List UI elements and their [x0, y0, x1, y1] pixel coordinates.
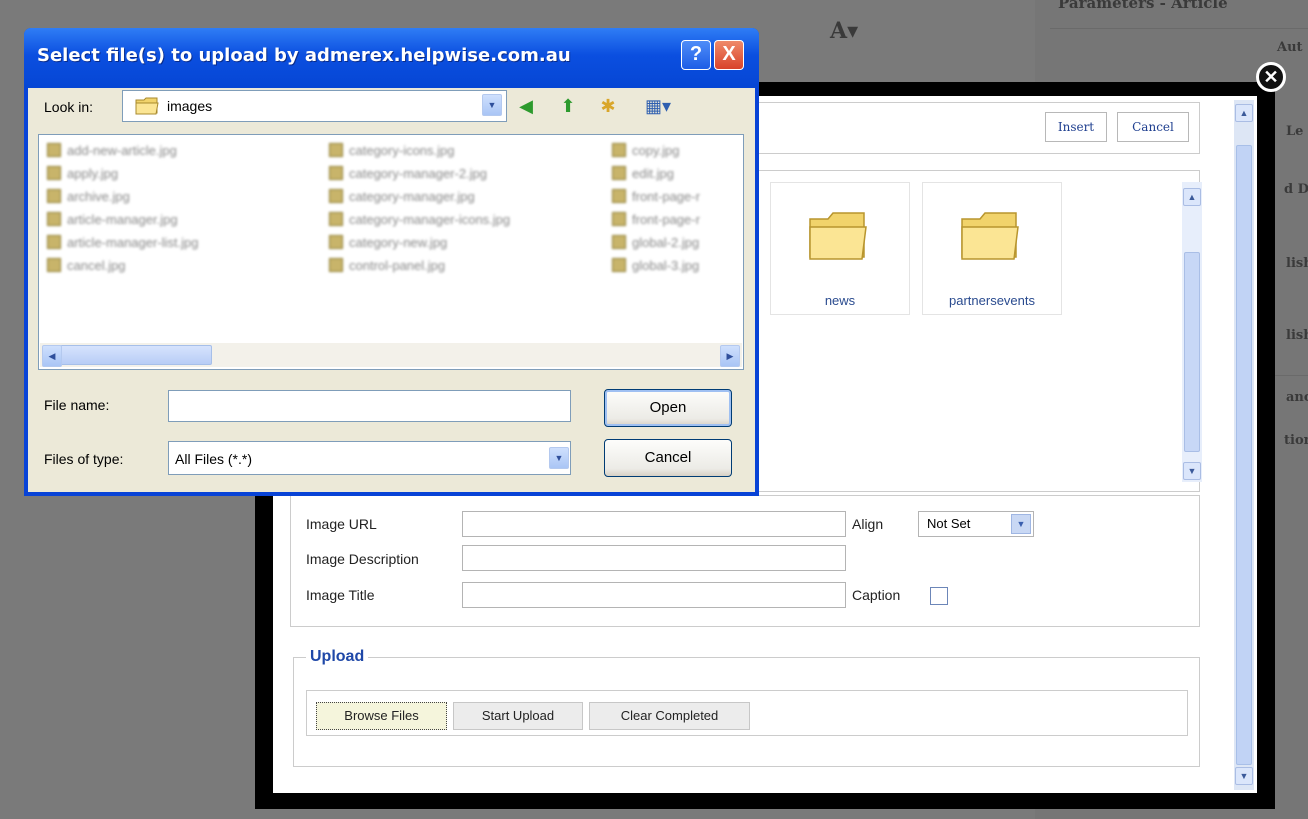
list-item[interactable]: archive.jpg: [47, 189, 130, 204]
list-item[interactable]: article-manager.jpg: [47, 212, 178, 227]
views-menu-icon[interactable]: ▦▾: [640, 94, 676, 118]
new-folder-icon[interactable]: ✱: [596, 94, 620, 118]
modal-scrollbar-thumb[interactable]: [1236, 145, 1252, 765]
file-browser-scrollbar-thumb[interactable]: [1184, 252, 1200, 452]
caption-label: Caption: [852, 587, 901, 603]
folder-icon: [135, 97, 159, 115]
image-file-icon: [612, 212, 626, 226]
scroll-down-icon[interactable]: ▼: [1235, 767, 1253, 785]
chevron-down-icon[interactable]: ▼: [549, 447, 569, 469]
dialog-cancel-button[interactable]: Cancel: [604, 439, 732, 477]
list-item[interactable]: global-3.jpg: [612, 258, 699, 273]
file-name-label: File name:: [44, 397, 110, 413]
image-file-icon: [612, 143, 626, 157]
image-file-icon: [612, 166, 626, 180]
image-file-icon: [329, 212, 343, 226]
image-url-input[interactable]: [462, 511, 846, 537]
folder-icon: [961, 212, 1019, 260]
list-item[interactable]: copy.jpg: [612, 143, 679, 158]
scroll-down-icon[interactable]: ▼: [1183, 462, 1201, 480]
image-file-icon: [47, 258, 61, 272]
list-item[interactable]: front-page-r: [612, 189, 700, 204]
image-file-icon: [47, 235, 61, 249]
list-item[interactable]: add-new-article.jpg: [47, 143, 177, 158]
folder-partnersevents[interactable]: partnersevents: [922, 182, 1062, 315]
help-button[interactable]: ?: [681, 40, 711, 70]
look-in-label: Look in:: [44, 99, 94, 115]
insert-button[interactable]: Insert: [1045, 112, 1107, 142]
cancel-button[interactable]: Cancel: [1117, 112, 1189, 142]
start-upload-button[interactable]: Start Upload: [453, 702, 583, 730]
clear-completed-button[interactable]: Clear Completed: [589, 702, 750, 730]
list-item[interactable]: cancel.jpg: [47, 258, 126, 273]
image-file-icon: [329, 166, 343, 180]
image-url-label: Image URL: [306, 516, 377, 532]
file-list-hscrollbar[interactable]: [40, 343, 742, 367]
image-file-icon: [329, 189, 343, 203]
image-description-label: Image Description: [306, 551, 419, 567]
look-in-combo[interactable]: images: [122, 90, 507, 122]
chevron-down-icon: ▼: [1011, 514, 1031, 534]
image-file-icon: [329, 143, 343, 157]
files-of-type-value: All Files (*.*): [175, 451, 253, 467]
image-file-icon: [329, 258, 343, 272]
align-select-value: Not Set: [927, 516, 971, 531]
file-browser-scrollbar[interactable]: [1182, 182, 1202, 482]
list-item[interactable]: category-manager-icons.jpg: [329, 212, 510, 227]
scroll-left-icon[interactable]: ◀: [42, 345, 62, 367]
file-list-hscrollbar-thumb[interactable]: [60, 345, 212, 365]
image-file-icon: [612, 235, 626, 249]
image-file-icon: [612, 189, 626, 203]
align-select[interactable]: Not Set ▼: [918, 511, 1034, 537]
modal-scrollbar[interactable]: [1234, 100, 1254, 790]
image-file-icon: [47, 212, 61, 226]
open-button[interactable]: Open: [604, 389, 732, 427]
files-of-type-label: Files of type:: [44, 451, 124, 467]
list-item[interactable]: global-2.jpg: [612, 235, 699, 250]
font-color-icon: A▾: [830, 18, 859, 44]
modal-close-icon[interactable]: ✕: [1256, 62, 1286, 92]
list-item[interactable]: article-manager-list.jpg: [47, 235, 199, 250]
image-file-icon: [47, 189, 61, 203]
background-panel-title: Parameters - Article: [1058, 0, 1228, 12]
back-icon[interactable]: ◀: [514, 94, 538, 118]
image-file-icon: [612, 258, 626, 272]
image-file-icon: [329, 235, 343, 249]
folder-news[interactable]: news: [770, 182, 910, 315]
scroll-right-icon[interactable]: ▶: [720, 345, 740, 367]
scroll-up-icon[interactable]: ▲: [1235, 104, 1253, 122]
image-title-label: Image Title: [306, 587, 375, 603]
list-item[interactable]: edit.jpg: [612, 166, 674, 181]
image-file-icon: [47, 166, 61, 180]
list-item[interactable]: front-page-r: [612, 212, 700, 227]
dialog-title: Select file(s) to upload by admerex.help…: [37, 45, 571, 66]
scroll-up-icon[interactable]: ▲: [1183, 188, 1201, 206]
dialog-close-button[interactable]: X: [714, 40, 744, 70]
list-item[interactable]: category-new.jpg: [329, 235, 447, 250]
folder-label: news: [824, 293, 856, 308]
image-description-input[interactable]: [462, 545, 846, 571]
look-in-value: images: [167, 98, 213, 114]
list-item[interactable]: category-icons.jpg: [329, 143, 455, 158]
image-title-input[interactable]: [462, 582, 846, 608]
browse-files-button[interactable]: Browse Files: [316, 702, 447, 730]
file-name-input[interactable]: [168, 390, 571, 422]
up-folder-icon[interactable]: ⬆: [556, 94, 580, 118]
folder-label: partnersevents: [949, 293, 1035, 308]
list-item[interactable]: apply.jpg: [47, 166, 118, 181]
image-file-icon: [47, 143, 61, 157]
caption-checkbox[interactable]: [930, 587, 948, 605]
files-of-type-select[interactable]: All Files (*.*): [168, 441, 571, 475]
file-list[interactable]: add-new-article.jpg apply.jpg archive.jp…: [38, 134, 744, 370]
folder-icon: [809, 212, 867, 260]
upload-legend: Upload: [306, 648, 369, 666]
list-item[interactable]: control-panel.jpg: [329, 258, 445, 273]
chevron-down-icon[interactable]: ▼: [482, 94, 502, 116]
align-label: Align: [852, 516, 884, 532]
list-item[interactable]: category-manager.jpg: [329, 189, 475, 204]
list-item[interactable]: category-manager-2.jpg: [329, 166, 487, 181]
